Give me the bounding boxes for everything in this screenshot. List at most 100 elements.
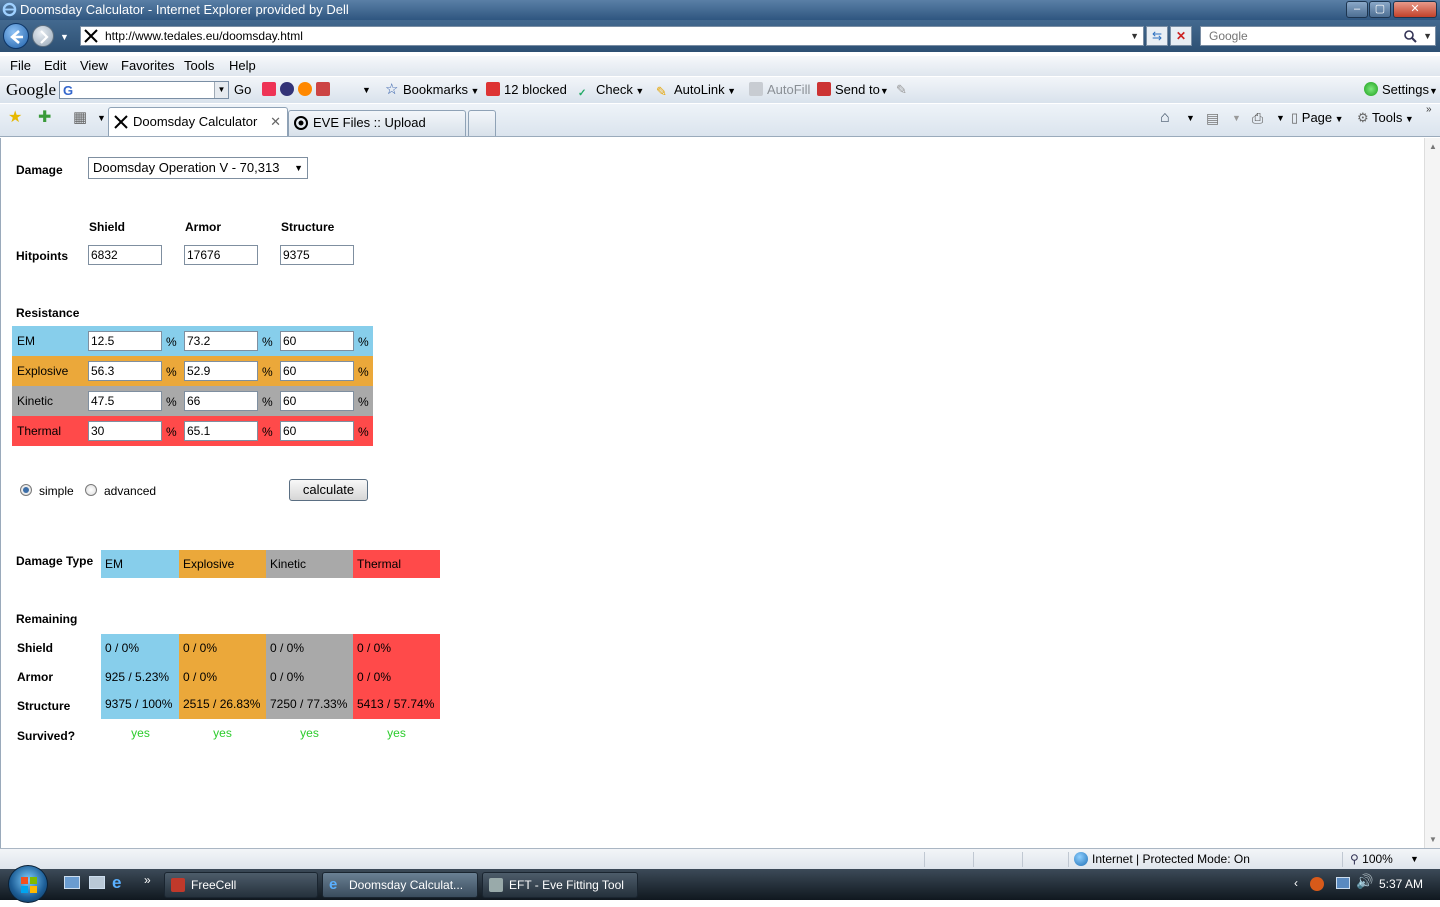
chevron-more-icon[interactable]: » (1426, 96, 1432, 124)
start-button[interactable] (8, 865, 48, 903)
em-armor-resist-input[interactable]: 73.2 (184, 331, 258, 351)
simple-mode-radio[interactable] (20, 484, 32, 496)
kinetic-shield-resist-input[interactable]: 47.5 (88, 391, 162, 411)
zoom-control[interactable]: ⚲ 100% (1350, 849, 1393, 869)
home-icon[interactable]: ⌂ (1160, 104, 1170, 132)
back-button[interactable] (3, 23, 29, 49)
em-structure-resist-input[interactable]: 60 (280, 331, 354, 351)
explosive-armor-resist-input[interactable]: 52.9 (184, 361, 258, 381)
simple-mode-label[interactable]: simple (39, 484, 74, 498)
scroll-up-icon[interactable]: ▲ (1429, 142, 1437, 151)
navigation-bar: ▼ http://www.tedales.eu/doomsday.html ▼ … (0, 20, 1440, 52)
advanced-mode-radio[interactable] (85, 484, 97, 496)
menu-favorites[interactable]: Favorites (121, 56, 174, 76)
scroll-down-icon[interactable]: ▼ (1429, 835, 1437, 844)
toolbar-icons-group[interactable] (262, 77, 334, 103)
damage-select[interactable]: Doomsday Operation V - 70,313 ▼ (88, 157, 308, 179)
recent-pages-dropdown-icon[interactable]: ▼ (60, 32, 69, 42)
task-eft[interactable]: EFT - Eve Fitting Tool (482, 872, 638, 898)
google-search-dropdown-icon[interactable]: ▼ (214, 82, 228, 98)
menu-view[interactable]: View (80, 56, 108, 76)
maximize-button[interactable]: ▢ (1369, 1, 1391, 18)
network-icon[interactable] (1336, 877, 1350, 889)
popup-blocker-button[interactable]: 12 blocked (486, 77, 567, 103)
volume-icon[interactable]: 🔊 (1356, 873, 1373, 890)
armor-hitpoints-input[interactable]: 17676 (184, 245, 258, 265)
search-input[interactable] (1207, 28, 1397, 44)
quicklaunch-more-icon[interactable]: » (144, 873, 151, 887)
chevron-down-icon: ▼ (294, 163, 303, 173)
url-text[interactable]: http://www.tedales.eu/doomsday.html (105, 27, 303, 45)
switch-windows-icon[interactable] (89, 876, 105, 889)
resistance-label: Resistance (16, 306, 80, 320)
refresh-icon: ⇆ (1151, 29, 1163, 43)
menu-tools[interactable]: Tools (184, 56, 214, 76)
explosive-structure-resist-input[interactable]: 60 (280, 361, 354, 381)
search-box[interactable]: ▼ (1200, 26, 1436, 46)
page-menu-button[interactable]: ▯ Page ▼ (1291, 104, 1344, 133)
em-shield-resist-input[interactable]: 12.5 (88, 331, 162, 351)
autolink-button[interactable]: ✎ AutoLink ▼ (656, 77, 736, 104)
kinetic-structure-resist-input[interactable]: 60 (280, 391, 354, 411)
quick-tabs-icon[interactable]: ▦ (73, 104, 87, 132)
spellcheck-button[interactable]: ✓ Check ▼ (578, 77, 644, 104)
structure-hitpoints-input[interactable]: 9375 (280, 245, 354, 265)
ie-quicklaunch-icon[interactable]: e (112, 873, 121, 893)
eraser-icon[interactable] (262, 82, 276, 96)
globe-icon[interactable] (280, 82, 294, 96)
new-tab-button[interactable] (468, 110, 496, 136)
menu-edit[interactable]: Edit (44, 56, 66, 76)
calculate-button[interactable]: calculate (289, 479, 368, 501)
show-desktop-icon[interactable] (64, 876, 80, 889)
autofill-button[interactable]: AutoFill (749, 77, 810, 103)
remaining-label: Remaining (16, 612, 78, 626)
add-favorite-icon[interactable]: ✚ (38, 104, 51, 132)
security-zone[interactable]: Internet | Protected Mode: On (1074, 849, 1250, 869)
more-dropdown-icon[interactable]: ▼ (362, 77, 371, 103)
highlighter-icon[interactable]: ✎ (896, 77, 907, 103)
tray-app-icon[interactable] (1310, 877, 1324, 891)
menu-help[interactable]: Help (229, 56, 256, 76)
stop-button[interactable]: ✕ (1170, 26, 1192, 46)
close-window-button[interactable]: ✕ (1393, 1, 1437, 18)
shield-hitpoints-input[interactable]: 6832 (88, 245, 162, 265)
kinetic-armor-resist-input[interactable]: 66 (184, 391, 258, 411)
zoom-dropdown-icon[interactable]: ▼ (1410, 849, 1419, 869)
tray-expand-icon[interactable]: ‹ (1294, 876, 1298, 890)
close-tab-icon[interactable]: ✕ (270, 108, 281, 135)
address-dropdown-icon[interactable]: ▼ (1130, 27, 1139, 45)
send-to-button[interactable]: Send to▼ (817, 77, 889, 104)
google-go-button[interactable]: Go (234, 77, 251, 103)
google-search-field[interactable]: G ▼ (59, 81, 229, 99)
print-icon[interactable]: ⎙ (1252, 104, 1263, 132)
tab-eve-files-upload[interactable]: EVE Files :: Upload (288, 110, 466, 136)
feeds-icon[interactable]: ▤ (1206, 104, 1219, 132)
forward-button[interactable] (32, 25, 54, 47)
thermal-armor-resist-input[interactable]: 65.1 (184, 421, 258, 441)
address-bar[interactable]: http://www.tedales.eu/doomsday.html ▼ (80, 26, 1144, 46)
search-dropdown-icon[interactable]: ▼ (1423, 27, 1432, 45)
print-dropdown-icon[interactable]: ▼ (1276, 104, 1285, 132)
vertical-scrollbar[interactable]: ▲ ▼ (1424, 138, 1440, 848)
explosive-shield-resist-input[interactable]: 56.3 (88, 361, 162, 381)
refresh-button[interactable]: ⇆ (1146, 26, 1168, 46)
tab-list-dropdown-icon[interactable]: ▼ (97, 104, 106, 132)
tab-doomsday-calculator[interactable]: Doomsday Calculator ✕ (108, 107, 288, 136)
clock[interactable]: 5:37 AM (1379, 877, 1423, 891)
search-icon[interactable] (1403, 29, 1417, 43)
favorites-star-icon[interactable]: ★ (8, 104, 22, 132)
menu-file[interactable]: File (10, 56, 31, 76)
home-dropdown-icon[interactable]: ▼ (1186, 104, 1195, 132)
feeds-dropdown-icon[interactable]: ▼ (1232, 104, 1241, 132)
advanced-mode-label[interactable]: advanced (104, 484, 156, 498)
task-freecell[interactable]: FreeCell (164, 872, 318, 898)
task-doomsday-calculator[interactable]: e Doomsday Calculat... (322, 872, 478, 898)
thermal-structure-resist-input[interactable]: 60 (280, 421, 354, 441)
bookmarks-button[interactable]: ☆ Bookmarks ▼ (385, 77, 479, 104)
puzzle-icon[interactable] (316, 82, 330, 96)
result-cell: 2515 / 26.83% (179, 690, 266, 719)
minimize-button[interactable]: – (1346, 1, 1368, 18)
firefox-icon[interactable] (298, 82, 312, 96)
tools-menu-button[interactable]: ⚙ Tools ▼ (1357, 104, 1414, 133)
thermal-shield-resist-input[interactable]: 30 (88, 421, 162, 441)
